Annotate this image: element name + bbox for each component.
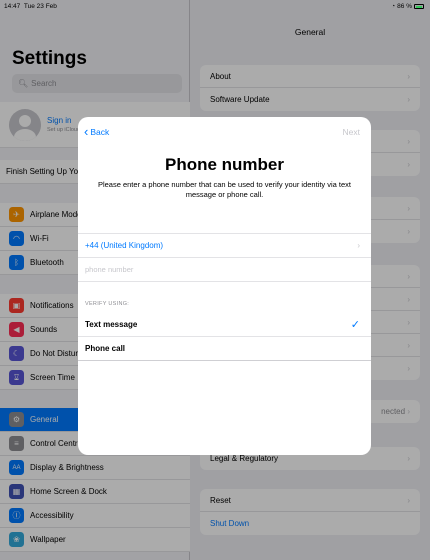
chevron-left-icon: ‹ [84, 124, 89, 139]
modal-title: Phone number [164, 155, 284, 174]
battery-percent: 86 % [397, 3, 412, 10]
battery-icon [414, 4, 424, 9]
status-time: 14:47 Tue 23 Feb [4, 3, 57, 10]
next-button[interactable]: Next [343, 127, 360, 137]
country-selector[interactable]: +44 (United Kingdom) › [78, 234, 371, 258]
phone-number-input[interactable]: phone number [78, 258, 371, 282]
option-text-message[interactable]: Text message ✓ [78, 313, 371, 337]
wifi-status-icon: ◔ [391, 3, 396, 10]
phone-number-placeholder: phone number [85, 265, 134, 274]
phone-number-modal: ‹ Back Next Phone number Please enter a … [78, 117, 371, 455]
checkmark-icon: ✓ [350, 319, 360, 331]
chevron-right-icon: › [357, 241, 360, 250]
ipad-screen: 14:47 Tue 23 Feb ◔ 86 % Settings 🔍︎ Sear… [0, 0, 430, 560]
modal-description: Please enter a phone number that can be … [97, 180, 352, 199]
verify-using-label: VERIFY USING: [85, 301, 130, 307]
option-phone-call[interactable]: Phone call [78, 337, 371, 361]
status-right: ◔ 86 % [391, 3, 424, 10]
back-button[interactable]: ‹ Back [84, 124, 109, 139]
status-bar: 14:47 Tue 23 Feb ◔ 86 % [0, 0, 430, 14]
country-value: +44 (United Kingdom) [85, 241, 164, 250]
